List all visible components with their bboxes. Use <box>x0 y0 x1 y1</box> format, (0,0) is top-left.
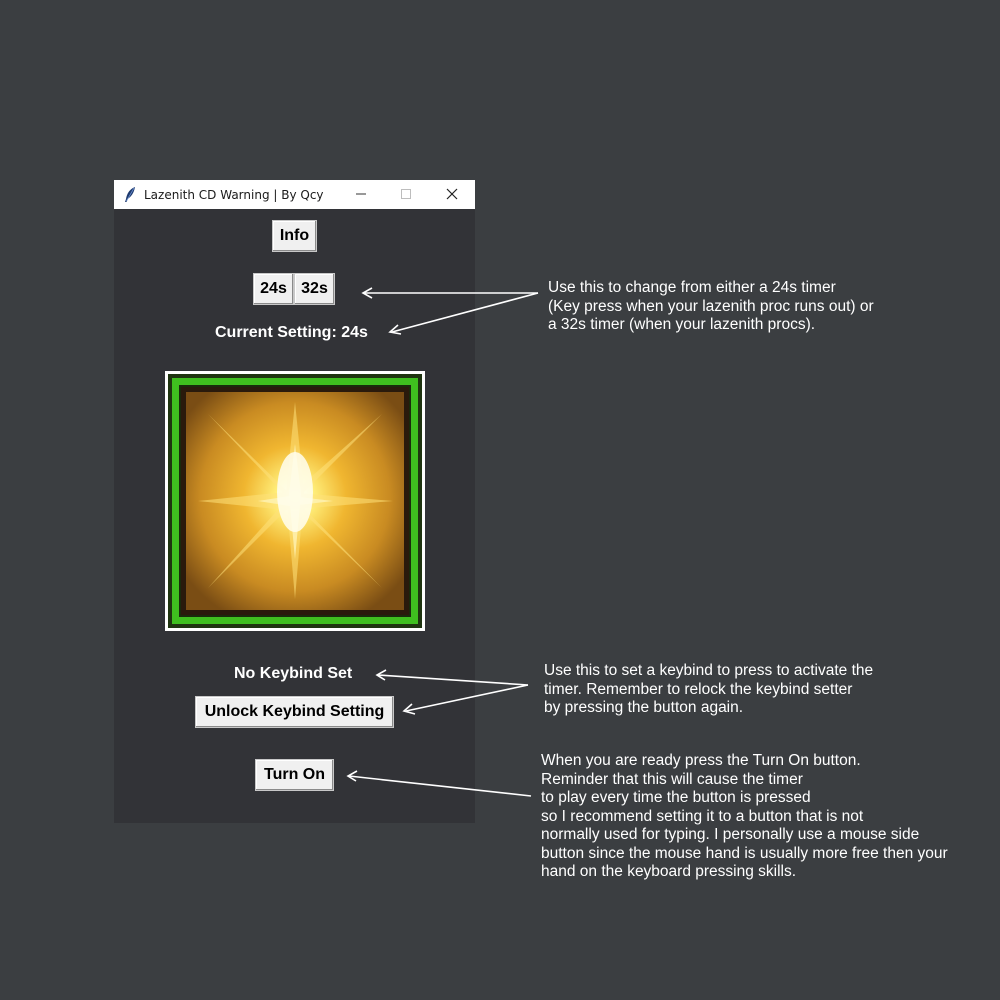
annotation-line: Reminder that this will cause the timer <box>541 770 803 788</box>
annotation-line: (Key press when your lazenith proc runs … <box>548 297 874 315</box>
turn-on-annotation: When you are ready press the Turn On but… <box>541 752 948 882</box>
keybind-annotation: Use this to set a keybind to press to ac… <box>544 662 873 718</box>
annotation-line: normally used for typing. I personally u… <box>541 826 920 843</box>
keybind-arrow-upper <box>377 674 529 686</box>
annotation-line: by pressing the button again. <box>544 699 744 716</box>
annotation-line: hand on the keyboard pressing skills. <box>541 863 797 880</box>
canvas: Lazenith CD Warning | By Qcy Info 24s 32… <box>0 0 1000 1000</box>
annotation-line: to play every time the button is pressed <box>541 789 811 806</box>
turn-on-arrow <box>348 775 532 797</box>
annotation-line: so I recommend setting it to a button th… <box>541 807 864 825</box>
keybind-arrow-lower <box>405 684 529 712</box>
annotation-line: Use this to change from either a 24s tim… <box>548 279 836 296</box>
timer-annotation: Use this to change from either a 24s tim… <box>548 279 874 335</box>
annotation-line: timer. Remember to relock the keybind se… <box>544 680 853 698</box>
annotation-line: Use this to set a keybind to press to ac… <box>544 662 874 679</box>
annotation-line: button since the mouse hand is usually m… <box>541 844 948 862</box>
annotation-line: a 32s timer (when your lazenith procs). <box>548 316 816 333</box>
timer-arrow-lower <box>391 292 539 333</box>
annotation-line: When you are ready press the Turn On but… <box>541 752 861 769</box>
